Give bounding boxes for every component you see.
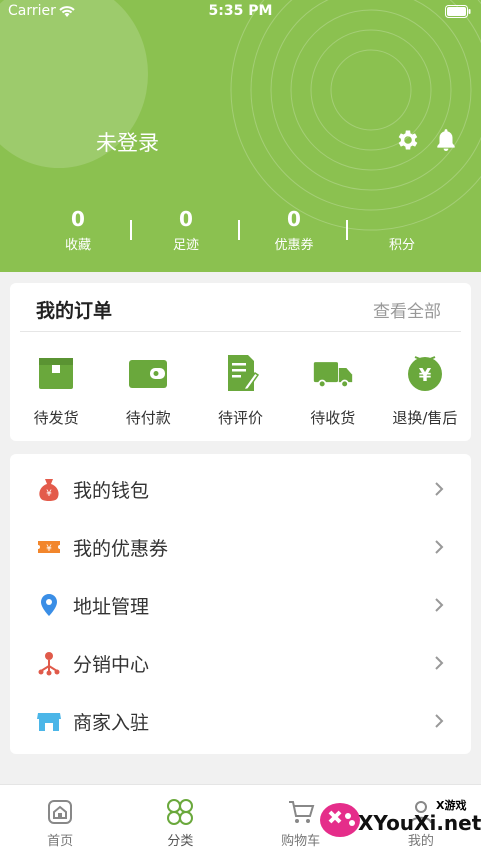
truck-icon xyxy=(313,362,352,388)
chevron-right-icon xyxy=(435,714,444,728)
watermark-logo-icon xyxy=(320,803,360,837)
review-icon xyxy=(227,355,259,392)
menu-item-wallet[interactable]: ¥ 我的钱包 xyxy=(10,460,471,518)
order-pending-shipment[interactable]: 待发货 xyxy=(10,353,102,433)
svg-text:¥: ¥ xyxy=(419,365,432,386)
stat-value: 0 xyxy=(287,207,301,231)
view-all-orders-link[interactable]: 查看全部 xyxy=(373,297,441,322)
coupon-icon: ¥ xyxy=(38,541,60,554)
box-icon xyxy=(39,358,74,389)
decorative-rings xyxy=(230,0,481,231)
distribution-icon xyxy=(38,652,60,676)
stat-points[interactable]: 积分 xyxy=(348,206,456,256)
order-pending-review[interactable]: 待评价 xyxy=(194,353,286,433)
menu-item-label: 商家入驻 xyxy=(73,711,150,734)
status-bar: Carrier 5:35 PM xyxy=(0,0,481,24)
stat-coupons[interactable]: 0 优惠券 xyxy=(240,206,348,256)
tab-category[interactable]: 分类 xyxy=(120,785,240,852)
svg-text:¥: ¥ xyxy=(46,489,52,499)
stat-label: 优惠券 xyxy=(274,238,314,253)
tab-label: 首页 xyxy=(47,834,74,849)
menu-item-label: 我的钱包 xyxy=(73,479,150,502)
menu-item-label: 地址管理 xyxy=(73,595,150,618)
stats-row: 0 收藏 0 足迹 0 优惠券 积分 xyxy=(24,206,456,256)
chevron-right-icon xyxy=(435,598,444,612)
order-pending-payment[interactable]: 待付款 xyxy=(102,353,194,433)
order-item-label: 待收货 xyxy=(310,409,356,427)
order-item-label: 退换/售后 xyxy=(392,409,458,427)
menu-item-address[interactable]: 地址管理 xyxy=(10,576,471,634)
tab-label: 分类 xyxy=(167,834,194,849)
order-pending-receipt[interactable]: 待收货 xyxy=(287,353,379,433)
chevron-right-icon xyxy=(435,656,444,670)
battery-icon xyxy=(445,5,471,18)
order-item-label: 待付款 xyxy=(125,409,171,427)
tab-home[interactable]: 首页 xyxy=(0,785,120,852)
orders-header: 我的订单 查看全部 xyxy=(20,283,461,332)
menu-item-merchant[interactable]: 商家入驻 xyxy=(10,692,471,750)
settings-gear-icon[interactable] xyxy=(395,127,421,153)
menu-item-coupons[interactable]: ¥ 我的优惠券 xyxy=(10,518,471,576)
my-orders-card: 我的订单 查看全部 待发货 待付款 待评价 待收货 ¥ 退换/售后 xyxy=(10,283,471,441)
order-item-label: 待发货 xyxy=(33,409,79,427)
chevron-right-icon xyxy=(435,540,444,554)
order-refund-aftersale[interactable]: ¥ 退换/售后 xyxy=(379,353,471,433)
service-menu-card: ¥ 我的钱包 ¥ 我的优惠券 地址管理 分销中心 商家入驻 xyxy=(10,454,471,754)
home-icon xyxy=(48,800,73,824)
site-watermark: X游戏 XYouXi.net xyxy=(318,792,481,848)
chevron-right-icon xyxy=(435,482,444,496)
profile-header: Carrier 5:35 PM 未登录 0 收藏 0 足迹 0 优惠券 积分 xyxy=(0,0,481,272)
watermark-site-text: XYouXi.net xyxy=(358,811,481,835)
status-time: 5:35 PM xyxy=(208,3,273,19)
svg-text:¥: ¥ xyxy=(46,544,52,554)
orders-title: 我的订单 xyxy=(36,300,113,322)
stat-label: 收藏 xyxy=(64,238,91,253)
stat-value: 0 xyxy=(179,207,193,231)
notification-bell-icon[interactable] xyxy=(433,127,459,153)
store-icon xyxy=(37,713,61,731)
menu-item-label: 我的优惠券 xyxy=(73,537,169,560)
stat-label: 足迹 xyxy=(172,238,199,253)
stat-favorites[interactable]: 0 收藏 xyxy=(24,206,132,256)
order-status-row: 待发货 待付款 待评价 待收货 ¥ 退换/售后 xyxy=(10,353,471,433)
cart-icon xyxy=(288,801,314,823)
stat-label: 积分 xyxy=(388,238,415,253)
location-pin-icon xyxy=(41,594,57,616)
menu-item-label: 分销中心 xyxy=(73,653,150,676)
stat-footprints[interactable]: 0 足迹 xyxy=(132,206,240,256)
order-item-label: 待评价 xyxy=(218,409,264,427)
wallet-icon xyxy=(129,360,168,388)
money-bag-icon: ¥ xyxy=(39,479,59,501)
menu-item-distribution[interactable]: 分销中心 xyxy=(10,634,471,692)
category-icon xyxy=(167,799,194,825)
stat-value: 0 xyxy=(71,207,85,231)
login-status-text[interactable]: 未登录 xyxy=(96,127,159,157)
refund-icon: ¥ xyxy=(407,356,442,391)
